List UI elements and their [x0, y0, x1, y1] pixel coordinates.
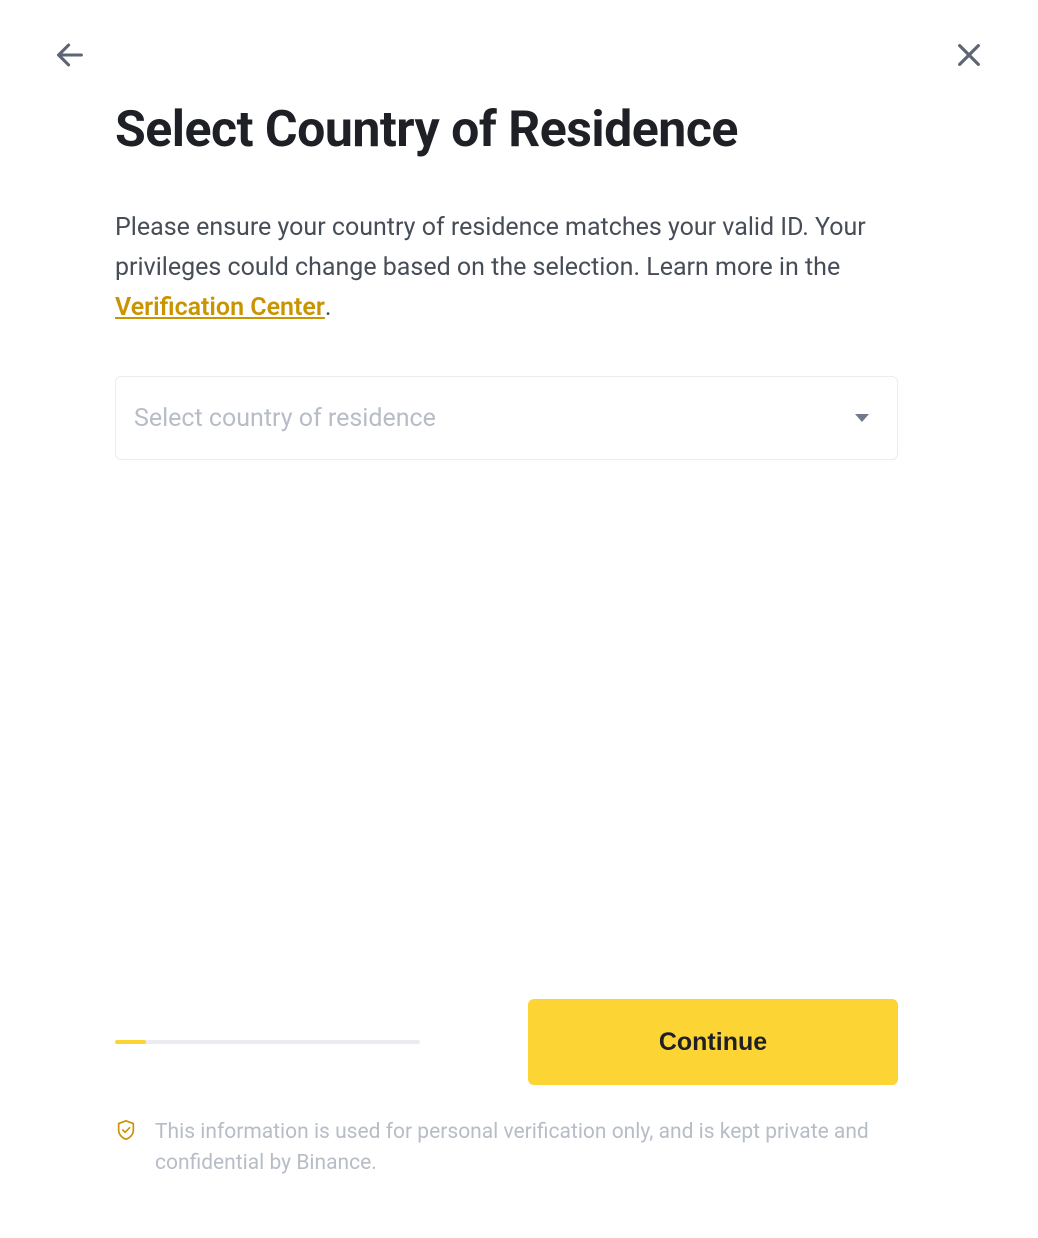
country-select[interactable]: Select country of residence — [115, 376, 898, 460]
progress-fill — [115, 1040, 146, 1044]
footer: Continue This information is used for pe… — [115, 999, 898, 1178]
shield-check-icon — [115, 1119, 137, 1145]
verification-center-link[interactable]: Verification Center — [115, 293, 325, 322]
page-title: Select Country of Residence — [115, 100, 898, 160]
arrow-left-icon — [53, 38, 87, 75]
caret-down-icon — [855, 414, 869, 422]
action-row: Continue — [115, 999, 898, 1085]
description-text-2: . — [325, 293, 332, 322]
description-text-1: Please ensure your country of residence … — [115, 213, 866, 282]
back-button[interactable] — [45, 30, 95, 83]
country-select-placeholder: Select country of residence — [134, 404, 436, 433]
close-icon — [953, 39, 985, 74]
continue-button[interactable]: Continue — [528, 999, 898, 1085]
progress-bar — [115, 1040, 420, 1044]
main-content: Select Country of Residence Please ensur… — [115, 100, 898, 460]
disclaimer-text: This information is used for personal ve… — [155, 1117, 898, 1178]
top-nav — [0, 30, 1038, 83]
disclaimer-row: This information is used for personal ve… — [115, 1117, 898, 1178]
page-description: Please ensure your country of residence … — [115, 208, 898, 328]
close-button[interactable] — [945, 31, 993, 82]
